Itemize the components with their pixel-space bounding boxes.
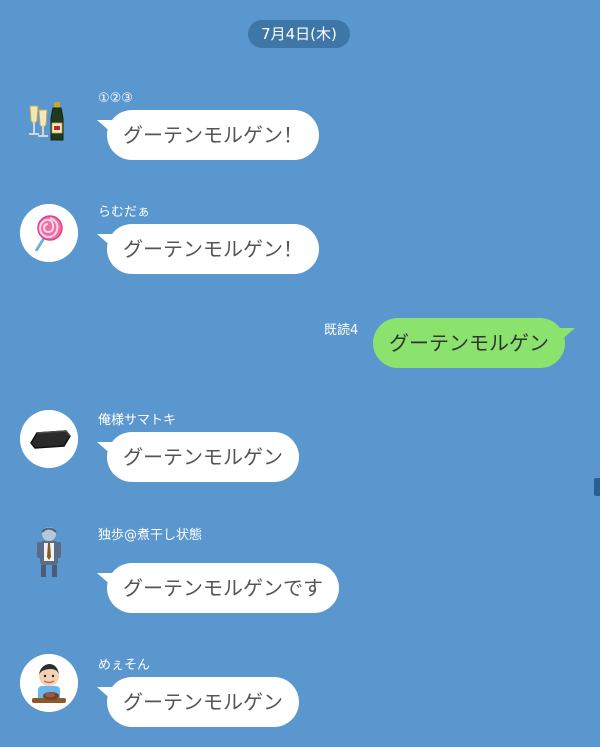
read-receipt: 既読4	[324, 323, 359, 338]
champagne-icon	[29, 102, 64, 141]
sender-name: 独歩@煮干し状態	[98, 528, 203, 543]
date-separator: 7月4日(木)	[248, 20, 350, 48]
sender-name: 俺様サマトキ	[98, 413, 177, 428]
message-bubble[interactable]: グーテンモルゲン	[97, 432, 299, 482]
avatar-champagne[interactable]	[20, 90, 78, 148]
black-object-icon	[20, 410, 78, 468]
sender-name: らむだぁ	[98, 205, 151, 220]
avatar-person-eating[interactable]	[20, 654, 78, 712]
sender-name: めぇそん	[98, 658, 151, 673]
person-eating-icon	[20, 654, 78, 712]
message-bubble[interactable]: グーテンモルゲン！	[97, 110, 319, 160]
scroll-indicator[interactable]	[594, 478, 600, 496]
message-bubble[interactable]: グーテンモルゲンです	[97, 563, 339, 613]
message-bubble[interactable]: グーテンモルゲン！	[97, 224, 319, 274]
avatar-lollipop[interactable]	[20, 204, 78, 262]
tired-man-icon	[37, 527, 61, 577]
sender-name: ①②③	[98, 91, 133, 106]
lollipop-icon	[20, 204, 78, 262]
message-bubble-own[interactable]: グーテンモルゲン	[373, 318, 575, 368]
message-bubble[interactable]: グーテンモルゲン	[97, 677, 299, 727]
avatar-black-object[interactable]	[20, 410, 78, 468]
avatar-tired-man[interactable]	[20, 522, 78, 580]
